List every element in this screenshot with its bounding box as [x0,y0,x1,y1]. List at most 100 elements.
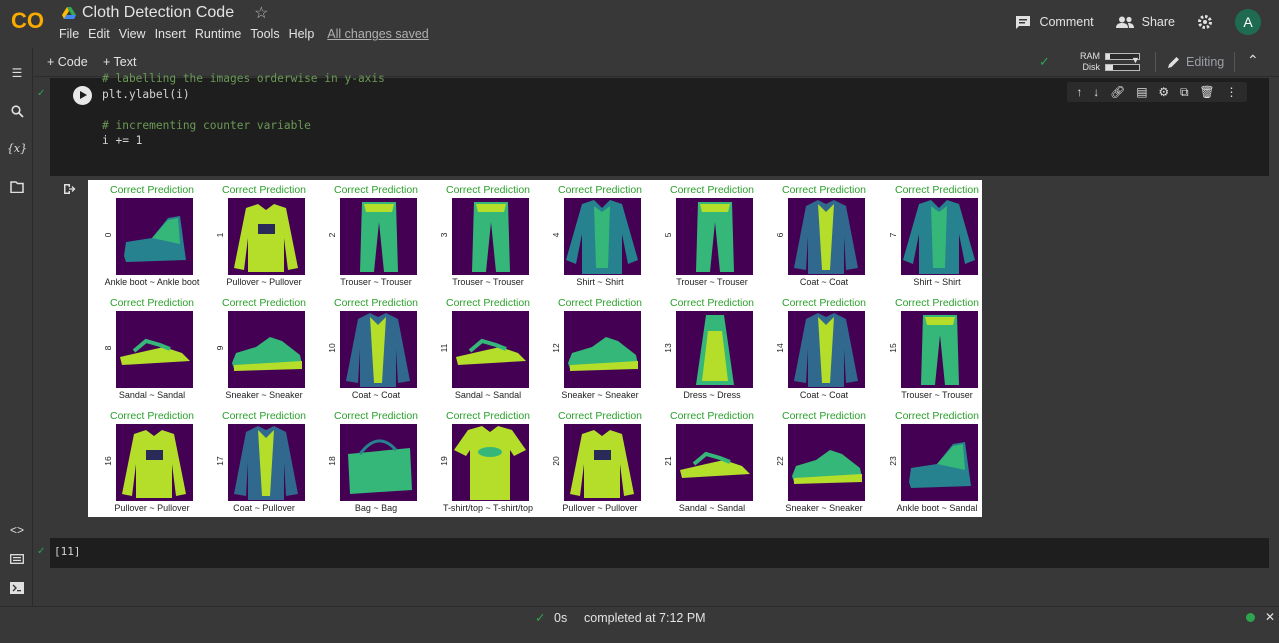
code-editor[interactable]: # labelling the images orderwise in y-ax… [102,72,385,149]
code-cell-2[interactable]: ✓ [11] [37,538,1269,568]
terminal-icon[interactable] [9,580,25,596]
code-line: # incrementing counter variable [102,118,311,132]
code-snippets-icon[interactable]: <> [9,522,25,538]
image-index: 5 [663,232,673,238]
prediction-panel: Correct Prediction 14 Coat ~ Coat [768,293,880,406]
notebook-main: ✓ # labelling the images orderwise in y-… [34,72,1270,606]
table-of-contents-icon[interactable]: ☰ [9,65,25,81]
label-pair: Ankle boot ~ Sandal [896,503,978,513]
clothing-image [788,424,865,501]
app-header: CO Cloth Detection Code ☆ File Edit View… [0,0,1279,48]
collapse-chevron-up-icon[interactable]: ⌃ [1247,52,1259,69]
command-palette-icon[interactable] [9,551,25,567]
label-pair: Trouser ~ Trouser [901,390,973,400]
user-avatar[interactable]: A [1235,9,1261,35]
image-index: 11 [439,343,449,353]
editing-label: Editing [1186,55,1225,69]
menu-runtime[interactable]: Runtime [195,27,242,41]
people-icon [1115,16,1134,28]
share-button[interactable]: Share [1115,15,1175,29]
clothing-image [228,424,305,501]
runtime-dropdown-icon[interactable]: ▼ [1131,55,1140,65]
svg-text:CO: CO [11,8,44,33]
label-pair: Trouser ~ Trouser [452,277,524,287]
comment-icon [1016,15,1031,29]
move-down-icon[interactable]: ↓ [1093,85,1099,99]
prediction-status: Correct Prediction [894,297,980,309]
completed-status[interactable]: completed at 7:12 PM [584,611,706,625]
clothing-image [901,198,978,275]
image-index: 10 [327,343,337,353]
label-pair: Coat ~ Coat [351,390,401,400]
drive-icon[interactable] [62,7,76,19]
comment-cell-icon[interactable]: ▤ [1136,85,1147,99]
clothing-image [676,311,753,388]
clothing-image [452,311,529,388]
label-pair: Sandal ~ Sandal [118,390,186,400]
prediction-status: Correct Prediction [445,297,531,309]
menu-insert[interactable]: Insert [155,27,186,41]
save-status-link[interactable]: All changes saved [327,27,428,41]
cell-success-check-icon: ✓ [37,88,46,99]
settings-gear-icon[interactable] [1197,14,1213,30]
menu-file[interactable]: File [59,27,79,41]
move-up-icon[interactable]: ↑ [1076,85,1082,99]
clothing-image [788,311,865,388]
colab-logo[interactable]: CO [11,7,47,33]
prediction-panel: Correct Prediction 22 Sneaker ~ Sneaker [768,406,880,519]
prediction-panel: Correct Prediction 17 Coat ~ Pullover [208,406,320,519]
clothing-image [676,424,753,501]
menu-help[interactable]: Help [289,27,315,41]
clothing-image [676,198,753,275]
star-icon[interactable]: ☆ [254,3,268,23]
link-icon[interactable]: 🔗︎ [1110,85,1125,99]
menu-edit[interactable]: Edit [88,27,110,41]
output-actions-icon[interactable] [62,182,76,196]
document-title[interactable]: Cloth Detection Code [82,4,234,22]
variables-icon[interactable]: {x} [7,140,27,156]
clothing-image [452,424,529,501]
image-index: 19 [439,456,449,466]
image-index: 7 [888,232,898,238]
add-text-button[interactable]: + Text [103,55,136,69]
prediction-panel: Correct Prediction 12 Sneaker ~ Sneaker [544,293,656,406]
image-index: 4 [551,232,561,238]
label-pair: Dress ~ Dress [683,390,741,400]
comment-button[interactable]: Comment [1015,15,1094,30]
label-pair: Shirt ~ Shirt [913,277,961,287]
close-status-icon[interactable]: ✕ [1265,610,1275,624]
label-pair: Pullover ~ Pullover [226,277,302,287]
prediction-panel: Correct Prediction 4 Shirt ~ Shirt [544,180,656,293]
run-cell-button[interactable] [73,86,92,105]
more-options-icon[interactable]: ⋮ [1225,85,1237,99]
code-cell[interactable]: ✓ # labelling the images orderwise in y-… [37,72,1269,176]
prediction-status: Correct Prediction [445,184,531,196]
mirror-cell-icon[interactable]: ⧉ [1180,85,1189,100]
prediction-status: Correct Prediction [781,297,867,309]
image-index: 9 [215,345,225,351]
add-code-button[interactable]: + Code [47,55,88,69]
menu-view[interactable]: View [119,27,146,41]
prediction-panel: Correct Prediction 10 Coat ~ Coat [320,293,432,406]
prediction-status: Correct Prediction [333,410,419,422]
label-pair: T-shirt/top ~ T-shirt/top [442,503,534,513]
prediction-status: Correct Prediction [221,410,307,422]
clothing-image [901,311,978,388]
cell-settings-icon[interactable]: ⚙ [1158,85,1169,99]
image-index: 20 [551,456,561,466]
prediction-status: Correct Prediction [557,410,643,422]
image-index: 21 [663,456,673,466]
search-icon[interactable] [9,103,25,119]
label-pair: Pullover ~ Pullover [562,503,638,513]
editing-mode-button[interactable]: Editing [1167,55,1224,69]
prediction-status: Correct Prediction [221,297,307,309]
label-pair: Coat ~ Coat [799,390,849,400]
pencil-icon [1168,56,1179,68]
delete-cell-icon[interactable]: 🗑︎ [1199,85,1214,99]
prediction-status: Correct Prediction [669,184,755,196]
folder-icon[interactable] [9,179,25,195]
menu-tools[interactable]: Tools [250,27,279,41]
disk-label: Disk [1082,62,1101,72]
prediction-status: Correct Prediction [894,410,980,422]
